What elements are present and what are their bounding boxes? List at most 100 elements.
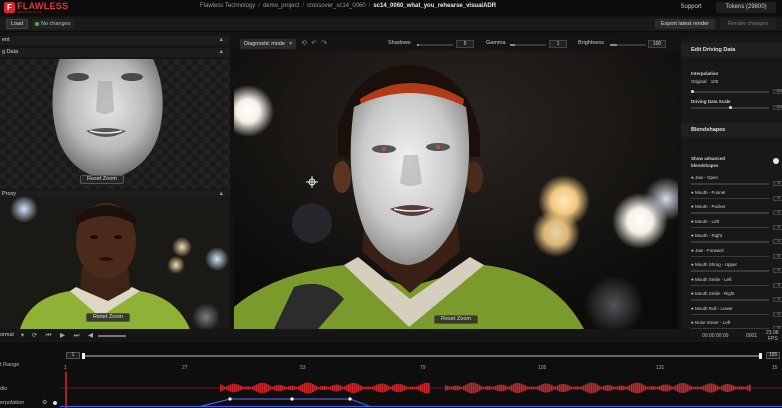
blendshape-value[interactable]: 0 [773, 268, 782, 273]
main-viewport[interactable]: Reset Zoom [234, 37, 678, 329]
range-end-input[interactable]: 155 [766, 352, 780, 359]
driving-data-scale-label: Driving Data Scale [691, 99, 731, 104]
reset-zoom-button[interactable]: Reset Zoom [86, 313, 130, 322]
right-panel: Edit Driving Data Interpolation Original… [681, 37, 782, 329]
interpolation-label: Interpolation [691, 71, 719, 76]
frame-tick-label: 79 [420, 365, 426, 371]
slider-knob[interactable] [729, 106, 732, 109]
volume-icon[interactable]: ◀ [86, 331, 95, 340]
proxy-view[interactable]: Reset Zoom [0, 197, 230, 329]
breadcrumb-project[interactable]: demo_project [263, 3, 299, 9]
range-track[interactable] [82, 353, 762, 359]
panel-header-ent[interactable]: ent ▲ [0, 36, 230, 45]
gamma-label: Gamma [486, 40, 506, 46]
blendshape-slider[interactable] [691, 197, 769, 199]
breadcrumb-org[interactable]: Flawless Technology [200, 3, 255, 9]
panel-title: g Data [2, 49, 19, 55]
step-back-icon[interactable]: ⏮ [44, 331, 53, 340]
gamma-value[interactable]: 1 [549, 40, 567, 48]
show-advanced-toggle[interactable] [773, 158, 779, 164]
blendshape-slider[interactable] [691, 183, 769, 185]
shadows-slider[interactable] [417, 44, 453, 46]
timecode-display: 00:00:00:00 [702, 333, 729, 339]
proxy-video-frame [0, 197, 230, 329]
gamma-slider[interactable] [510, 44, 546, 46]
interpolation-keyframe[interactable] [348, 397, 352, 401]
play-icon[interactable]: ▶ [58, 331, 67, 340]
chevron-down-icon[interactable]: ▾ [18, 331, 27, 340]
flawless-logo[interactable]: F FLAWLESS INNOVATIONS [4, 1, 68, 14]
breadcrumb-sequence[interactable]: crossover_sc14_0060 [307, 3, 366, 9]
blendshape-value[interactable]: 0 [773, 239, 782, 244]
breadcrumb: Flawless Technology / demo_project / crossov… [200, 3, 497, 9]
blendshape-value[interactable]: 0 [773, 253, 782, 259]
blendshape-label: ● Mouth Smile - Right [691, 291, 735, 296]
blendshape-slider[interactable] [691, 270, 769, 272]
blendshape-value[interactable]: 0 [773, 210, 782, 215]
interpolation-keyframe[interactable] [290, 397, 294, 401]
reset-view-icon[interactable]: ⟲ [300, 39, 308, 49]
gamma-slider-fill [510, 44, 516, 46]
blendshape-slider[interactable] [691, 284, 769, 286]
playback-speed-select[interactable]: ormal [0, 332, 14, 338]
diagnostic-mode-select[interactable]: Diagnostic mode ▾ [240, 39, 296, 49]
timeline-tracks[interactable] [60, 372, 782, 408]
render-changes-button[interactable]: Render changes [720, 19, 776, 29]
settings-icon[interactable]: ⚙ [42, 399, 47, 406]
slider-knob[interactable] [691, 90, 694, 93]
range-start-handle[interactable] [82, 353, 85, 359]
blendshape-slider[interactable] [691, 313, 769, 315]
blendshape-slider[interactable] [691, 212, 769, 214]
step-forward-icon[interactable]: ⏭ [72, 331, 81, 340]
reset-zoom-button[interactable]: Reset Zoom [434, 315, 478, 324]
interpolation-curve[interactable] [199, 398, 371, 408]
loop-icon[interactable]: ⟳ [30, 331, 39, 340]
blendshape-label: ● Mouth Roll - Lower [691, 305, 733, 311]
show-advanced-label: Show advanced [691, 156, 726, 161]
mode-select-value: Diagnostic mode [244, 41, 285, 47]
support-button[interactable]: Support [676, 2, 706, 13]
original-text: Original [691, 79, 707, 84]
interpolation-slider[interactable] [691, 90, 769, 93]
driving-mesh-view[interactable]: Reset Zoom [0, 57, 230, 189]
reset-zoom-button[interactable]: Reset Zoom [80, 175, 124, 184]
volume-slider[interactable] [98, 335, 126, 337]
undo-icon[interactable]: ↶ [310, 39, 318, 49]
timeline: t Range 1 155 dio erpolation ⚙ 1 27 53 79 10… [0, 342, 782, 408]
interpolation-keyframe[interactable] [228, 397, 232, 401]
frame-tick-label: 131 [656, 365, 665, 371]
blendshape-slider[interactable] [691, 226, 769, 228]
blendshape-value[interactable]: 0 [773, 181, 782, 186]
reset-zoom-label: Reset Zoom [93, 314, 123, 320]
reset-zoom-label: Reset Zoom [87, 176, 117, 182]
brightness-slider[interactable] [610, 44, 646, 46]
brightness-value[interactable]: 100 [648, 40, 666, 48]
blendshape-value[interactable]: 0 [773, 311, 782, 317]
shadows-value[interactable]: 5 [456, 40, 474, 48]
original-value: 100 [710, 79, 719, 84]
blendshape-label: ● Jaw - Forward [691, 247, 724, 253]
blendshape-value[interactable]: 0 [773, 282, 782, 288]
keyframe-icon[interactable] [53, 401, 57, 405]
blendshape-slider[interactable] [691, 241, 769, 243]
interpolation-value[interactable]: 100 [773, 89, 782, 94]
tokens-button[interactable]: Tokens (29800) [716, 2, 776, 13]
audio-track-label: dio [0, 386, 8, 392]
blendshape-label: ● Mouth Shrug - Upper [691, 262, 737, 267]
blendshape-value[interactable]: 0 [773, 297, 782, 302]
chevron-up-icon[interactable]: ▲ [219, 36, 224, 45]
chevron-up-icon[interactable]: ▲ [219, 48, 224, 57]
blendshape-slider[interactable] [691, 255, 769, 257]
panel-title: ent [2, 37, 10, 43]
driving-data-scale-value[interactable]: 100 [773, 105, 782, 110]
load-button[interactable]: Load [6, 19, 28, 29]
range-start-input[interactable]: 1 [66, 352, 80, 359]
redo-icon[interactable]: ↷ [320, 39, 328, 49]
blendshape-slider[interactable] [691, 299, 769, 301]
blendshape-value[interactable]: 0 [773, 195, 782, 201]
panel-header-driving-data[interactable]: g Data ▲ [0, 48, 230, 57]
range-end-handle[interactable] [759, 353, 762, 359]
driving-data-scale-slider[interactable] [691, 106, 769, 109]
blendshape-value[interactable]: 0 [773, 224, 782, 230]
export-latest-render-button[interactable]: Export latest render [655, 19, 715, 29]
